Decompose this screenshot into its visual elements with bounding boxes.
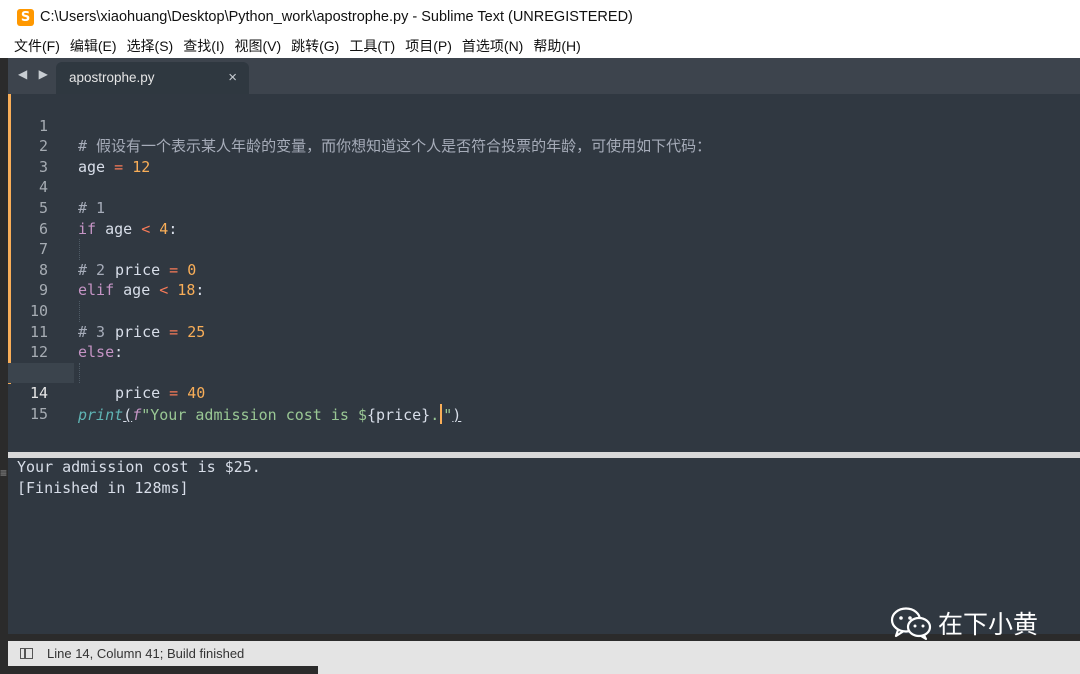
tab-apostrophe[interactable]: apostrophe.py × (56, 62, 249, 94)
menu-goto[interactable]: 跳转(G) (291, 36, 339, 56)
menu-bar: 文件(F) 编辑(E) 选择(S) 查找(I) 视图(V) 跳转(G) 工具(T… (0, 34, 1080, 58)
code-line: 4 # 1 (8, 157, 1080, 217)
close-paren: ) (452, 405, 462, 424)
code-line: 5 if age < 4: (8, 177, 1080, 238)
function-name: print (78, 405, 124, 424)
menu-project[interactable]: 项目(P) (405, 36, 452, 56)
status-text: Line 14, Column 41; Build finished (47, 646, 245, 661)
menu-view[interactable]: 视图(V) (234, 36, 281, 56)
menu-help[interactable]: 帮助(H) (533, 36, 580, 56)
code-line: 11 else: (8, 301, 1080, 362)
menu-tools[interactable]: 工具(T) (349, 36, 395, 56)
title-bar: S C:\Users\xiaohuang\Desktop\Python_work… (0, 0, 1080, 34)
code-editor[interactable]: 1 # 假设有一个表示某人年龄的变量，而你想知道这个人是否符合投票的年龄，可使用… (8, 94, 1080, 452)
open-paren: ( (123, 405, 133, 424)
code-line: 10 # 3 (8, 280, 1080, 341)
menu-edit[interactable]: 编辑(E) (70, 36, 117, 56)
code-line: 7 # 2 (8, 219, 1080, 279)
string-quote-end: " (443, 405, 453, 424)
watermark: 在下小黄 (890, 605, 1038, 641)
tab-close-icon[interactable]: × (228, 69, 237, 86)
string-period: . (430, 405, 440, 424)
window-title: C:\Users\xiaohuang\Desktop\Python_work\a… (40, 9, 633, 25)
code-line: 13 (8, 342, 1080, 382)
code-line: 3 (8, 136, 1080, 176)
code-line: 2 age = 12 (8, 116, 1080, 176)
output-line: [Finished in 128ms] (17, 479, 189, 497)
code-line: 6 price = 0 (8, 198, 1080, 279)
tab-label: apostrophe.py (69, 70, 155, 85)
string-quote: " (141, 405, 151, 424)
fstring-prefix: f (132, 405, 142, 424)
menu-preferences[interactable]: 首选项(N) (462, 36, 523, 56)
output-line: Your admission cost is $25. (17, 458, 261, 476)
code-line-active: 14 print(f"Your admission cost is ${pric… (8, 363, 1080, 424)
tab-bar: ◀ ▶ apostrophe.py × (8, 58, 1080, 94)
fstring-expression: {price} (367, 405, 431, 424)
text-cursor (440, 403, 443, 424)
wechat-icon (890, 607, 932, 640)
watermark-text: 在下小黄 (938, 610, 1039, 639)
code-line: 8 elif age < 18: (8, 239, 1080, 300)
left-edge-mark-icon: ≡ (0, 466, 8, 480)
code-line: 12 price = 40 (8, 322, 1080, 402)
line-number: 15 (29, 404, 48, 423)
bottom-edge-strip-light (318, 666, 1080, 674)
code-line: 1 # 假设有一个表示某人年龄的变量，而你想知道这个人是否符合投票的年龄，可使用… (8, 95, 1080, 156)
status-bar: Line 14, Column 41; Build finished (8, 641, 1080, 666)
left-edge-strip: ≡ (0, 58, 8, 674)
string-literal: Your admission cost is $ (150, 405, 367, 424)
menu-selection[interactable]: 选择(S) (127, 36, 174, 56)
code-line: 9 price = 25 (8, 260, 1080, 340)
code-line: 15 (8, 383, 1080, 423)
tab-nav-arrows-icon[interactable]: ◀ ▶ (18, 67, 52, 81)
sublime-app-icon: S (17, 8, 34, 26)
menu-file[interactable]: 文件(F) (14, 36, 60, 56)
panel-toggle-icon[interactable] (20, 648, 33, 659)
menu-find[interactable]: 查找(I) (183, 36, 224, 56)
